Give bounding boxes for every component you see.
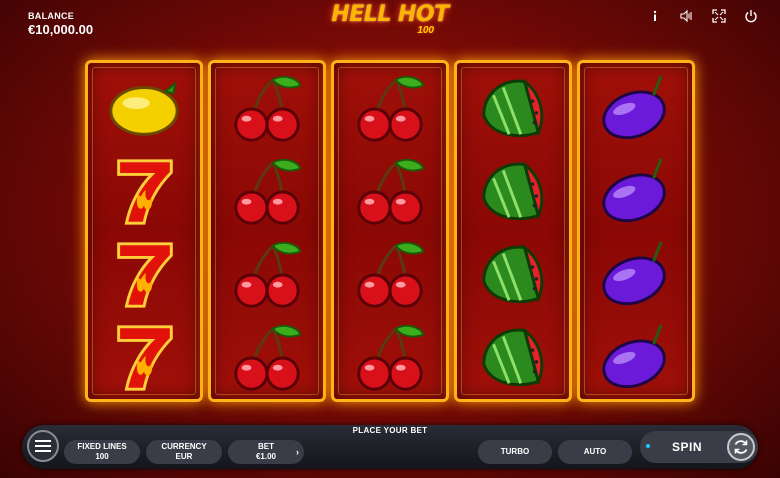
cherry-icon [211,66,323,149]
reels-area [85,60,695,402]
plum-icon [580,232,692,315]
currency-display: CURRENCY EUR [146,440,222,464]
reel-4 [454,60,572,402]
watermelon-icon [457,232,569,315]
power-icon[interactable] [744,9,758,23]
plum-icon [580,149,692,232]
cherry-icon [211,149,323,232]
currency-value: EUR [175,452,193,461]
logo-title: HELL HOT [331,2,449,27]
top-bar: BALANCE €10,000.00 HELL HOT 100 [0,0,780,40]
watermelon-icon [457,66,569,149]
spin-button[interactable]: SPIN [640,431,758,463]
plum-icon [580,315,692,398]
watermelon-icon [457,149,569,232]
seven-icon [88,149,200,232]
sound-icon[interactable] [680,9,694,23]
fixed-lines-display: FIXED LINES 100 [64,440,140,464]
spin-label: SPIN [672,440,703,454]
reel-1 [85,60,203,402]
currency-label: CURRENCY [161,442,207,451]
cherry-icon [211,232,323,315]
cherry-icon [334,66,446,149]
fullscreen-icon[interactable] [712,9,726,23]
balance-label: BALANCE [28,11,75,21]
bet-value: €1.00 [255,452,277,461]
spin-indicator-dot [646,444,650,448]
bet-label: BET [258,442,274,451]
cherry-icon [334,315,446,398]
game-logo: HELL HOT 100 [330,3,450,43]
cherry-icon [211,315,323,398]
reel-3 [331,60,449,402]
info-icon[interactable] [648,9,662,23]
cherry-icon [334,149,446,232]
auto-button[interactable]: AUTO [558,440,632,464]
seven-icon [88,232,200,315]
logo-subtitle: 100 [417,25,434,36]
top-icons [648,9,758,23]
reel-5 [577,60,695,402]
turbo-button[interactable]: TURBO [478,440,552,464]
seven-icon [88,315,200,398]
spin-icon [727,433,755,461]
reel-2 [208,60,326,402]
lemon-icon [88,66,200,149]
chevron-right-icon: › [296,447,299,457]
plum-icon [580,66,692,149]
hamburger-icon [35,440,51,452]
fixed-lines-label: FIXED LINES [77,442,127,451]
cherry-icon [334,232,446,315]
fixed-lines-value: 100 [95,452,109,461]
balance-value: €10,000.00 [28,22,94,37]
bet-selector[interactable]: BET €1.00 › [228,440,304,464]
menu-button[interactable] [27,430,59,462]
watermelon-icon [457,315,569,398]
